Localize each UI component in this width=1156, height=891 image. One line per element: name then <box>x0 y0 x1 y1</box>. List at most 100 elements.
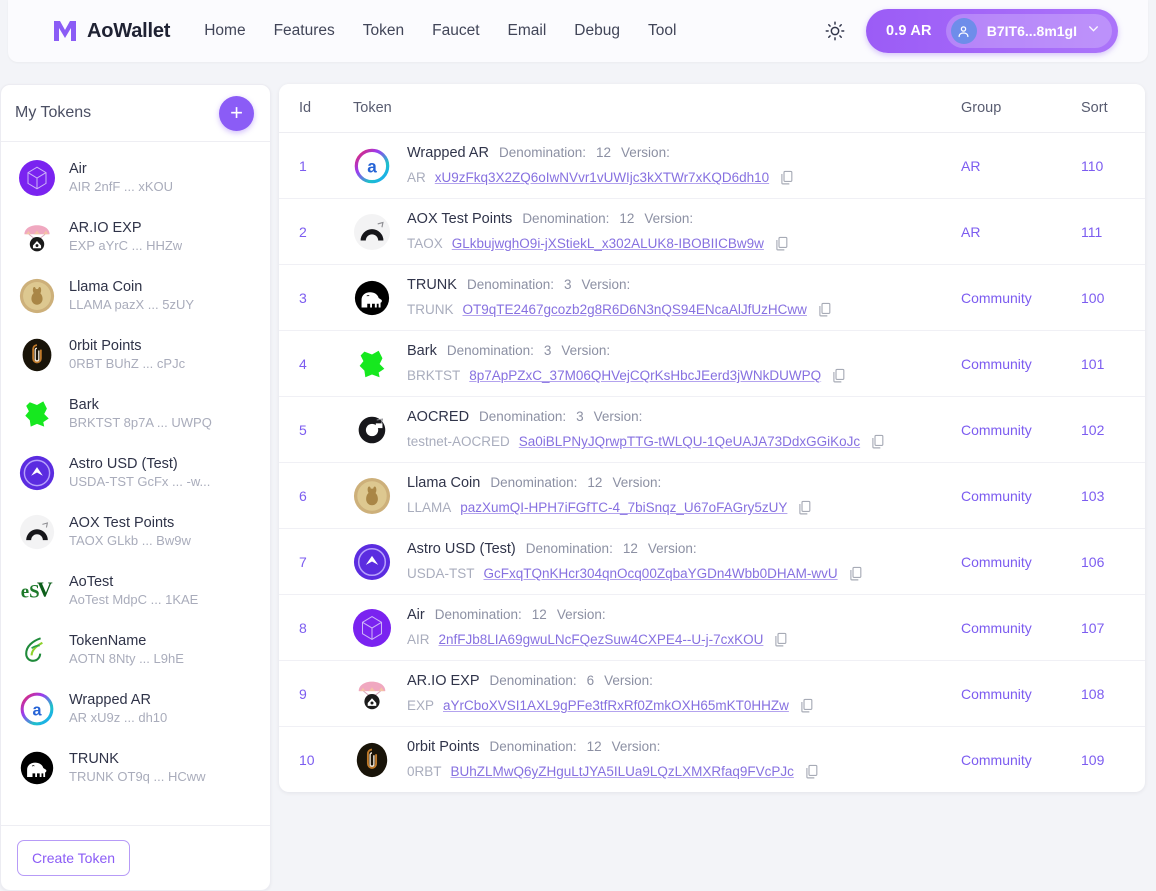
ario-exp-token-icon <box>19 219 55 255</box>
chevron-down-icon[interactable] <box>1087 22 1100 40</box>
copy-icon[interactable] <box>847 565 864 582</box>
table-row[interactable]: 10 0rbit Points Denomination: 12 Version… <box>279 727 1145 793</box>
sidebar-token-item[interactable]: 0rbit Points 0RBT BUhZ ... cPJc <box>1 325 270 384</box>
table-row[interactable]: 8 Air Denomination: 12 Version: AIR 2nfF… <box>279 595 1145 661</box>
cell-group[interactable]: Community <box>961 727 1081 793</box>
token-address-link[interactable]: Sa0iBLPNyJQrwpTTG-tWLQU-1QeUAJA73DdxGGiK… <box>519 434 860 449</box>
version-label: Version: <box>604 673 653 688</box>
token-address-link[interactable]: 8p7ApPZxC_37M06QHVejCQrKsHbcJEerd3jWNkDU… <box>469 368 821 383</box>
sidebar-token-item[interactable]: AOX Test Points TAOX GLkb ... Bw9w <box>1 502 270 561</box>
sidebar-token-item[interactable]: Astro USD (Test) USDA-TST GcFx ... -w... <box>1 443 270 502</box>
version-label: Version: <box>556 607 606 622</box>
token-ticker: LLAMA <box>407 500 452 515</box>
nav-item-token[interactable]: Token <box>363 22 404 40</box>
nav-item-features[interactable]: Features <box>274 22 335 40</box>
token-ticker: TRUNK <box>407 302 454 317</box>
cell-sort: 107 <box>1081 619 1105 636</box>
token-address-link[interactable]: BUhZLMwQ6yZHguLtJYA5ILUa9LQzLXMXRfaq9FVc… <box>451 764 794 779</box>
table-row[interactable]: 6 Llama Coin Denomination: 12 Version: L… <box>279 463 1145 529</box>
trunk-icon <box>353 279 391 317</box>
aotest-icon: eS V <box>19 573 55 609</box>
cell-token: Air Denomination: 12 Version: AIR 2nfFJb… <box>335 595 961 661</box>
token-ticker: EXP <box>407 698 435 713</box>
column-header-sort[interactable]: Sort <box>1081 84 1145 133</box>
copy-icon[interactable] <box>803 763 820 780</box>
column-header-group[interactable]: Group <box>961 84 1081 133</box>
copy-icon[interactable] <box>796 499 813 516</box>
cell-group[interactable]: AR <box>961 199 1081 265</box>
sidebar-token-sub: LLAMA pazX ... 5zUY <box>69 297 195 312</box>
copy-icon[interactable] <box>772 631 789 648</box>
cell-group[interactable]: AR <box>961 133 1081 199</box>
copy-icon[interactable] <box>778 169 795 186</box>
cell-group[interactable]: Community <box>961 397 1081 463</box>
token-address-link[interactable]: GcFxqTQnKHcr304qnOcq00ZqbaYGDn4Wbb0DHAM-… <box>484 566 838 581</box>
sidebar-token-item[interactable]: a Wrapped AR AR xU9z ... dh10 <box>1 679 270 738</box>
brand[interactable]: AoWallet <box>52 19 170 43</box>
cell-group[interactable]: Community <box>961 331 1081 397</box>
wallet-pill[interactable]: 0.9 AR B7IT6...8m1gI <box>865 9 1118 53</box>
copy-icon[interactable] <box>869 433 886 450</box>
version-label: Version: <box>612 475 662 490</box>
create-token-button[interactable]: Create Token <box>17 840 131 876</box>
cell-group[interactable]: Community <box>961 463 1081 529</box>
sidebar-token-item[interactable]: eS V AoTest AoTest MdpC ... 1KAE <box>1 561 270 620</box>
table-row[interactable]: 5 AOCRED Denomination: 3 Version: testne… <box>279 397 1145 463</box>
token-ticker: testnet-AOCRED <box>407 434 510 449</box>
nav-item-debug[interactable]: Debug <box>574 22 620 40</box>
sidebar-token-name: TRUNK <box>69 751 119 767</box>
table-row[interactable]: 2 AOX Test Points Denomination: 12 Versi… <box>279 199 1145 265</box>
denomination-label: Denomination: <box>434 607 522 622</box>
table-row[interactable]: 4 Bark Denomination: 3 Version: BRKTST 8… <box>279 331 1145 397</box>
cell-sort: 108 <box>1081 685 1105 702</box>
column-header-id[interactable]: Id <box>279 84 335 133</box>
sun-icon[interactable] <box>822 18 848 44</box>
token-address-link[interactable]: GLkbujwghO9i-jXStiekL_x302ALUK8-IBOBIICB… <box>452 236 764 251</box>
sidebar-token-item[interactable]: Air AIR 2nfF ... xKOU <box>1 148 270 207</box>
cell-group[interactable]: Community <box>961 529 1081 595</box>
token-address-link[interactable]: 2nfFJb8LIA69gwuLNcFQezSuw4CXPE4--U-j-7cx… <box>439 632 764 647</box>
nav-item-faucet[interactable]: Faucet <box>432 22 479 40</box>
token-address-link[interactable]: xU9zFkq3X2ZQ6oIwNVvr1vUWIjc3kXTWr7xKQD6d… <box>435 170 769 185</box>
sidebar-token-item[interactable]: Llama Coin LLAMA pazX ... 5zUY <box>1 266 270 325</box>
token-address-link[interactable]: OT9qTE2467gcozb2g8R6D6N3nQS94ENcaAlJfUzH… <box>463 302 807 317</box>
sidebar-token-item[interactable]: TokenName AOTN 8Nty ... L9hE <box>1 620 270 679</box>
sidebar-token-item[interactable]: TRUNK TRUNK OT9q ... HCww <box>1 738 270 797</box>
token-ticker: USDA-TST <box>407 566 475 581</box>
token-address-link[interactable]: aYrCboXVSI1AXL9gPFe3tfRxRf0ZmkOXH65mKT0H… <box>443 698 789 713</box>
table-row[interactable]: 7 Astro USD (Test) Denomination: 12 Vers… <box>279 529 1145 595</box>
copy-icon[interactable] <box>798 697 815 714</box>
denomination-value: 3 <box>543 343 552 358</box>
cell-group[interactable]: Community <box>961 265 1081 331</box>
nav-item-tool[interactable]: Tool <box>648 22 676 40</box>
wallet-address: B7IT6...8m1gI <box>986 23 1077 39</box>
token-name: Llama Coin <box>407 475 481 491</box>
table-row[interactable]: 1 a Wrapped AR Denomination: 12 Version: <box>279 133 1145 199</box>
sidebar-token-item[interactable]: Bark BRKTST 8p7A ... UWPQ <box>1 384 270 443</box>
sidebar-token-texts: Llama Coin LLAMA pazX ... 5zUY <box>69 279 194 312</box>
copy-icon[interactable] <box>816 301 833 318</box>
column-header-token[interactable]: Token <box>335 84 961 133</box>
nav-item-home[interactable]: Home <box>204 22 245 40</box>
cell-sort: 100 <box>1081 289 1105 306</box>
sidebar-token-texts: 0rbit Points 0RBT BUhZ ... cPJc <box>69 338 185 371</box>
cell-group[interactable]: Community <box>961 661 1081 727</box>
nav-item-email[interactable]: Email <box>508 22 547 40</box>
wallet-account[interactable]: B7IT6...8m1gI <box>945 14 1112 48</box>
token-address-link[interactable]: pazXumQI-HPH7iFGfTC-4_7biSnqz_U67oFAGry5… <box>460 500 787 515</box>
copy-icon[interactable] <box>830 367 847 384</box>
token-ticker: BRKTST <box>407 368 461 383</box>
cell-sort: 106 <box>1081 553 1105 570</box>
sidebar-token-item[interactable]: AR.IO EXP EXP aYrC ... HHZw <box>1 207 270 266</box>
cell-group[interactable]: Community <box>961 595 1081 661</box>
table-row[interactable]: 3 TRUNK Denomination: 3 Version: TRUNK O… <box>279 265 1145 331</box>
sidebar-token-sub: TRUNK OT9q ... HCww <box>69 769 206 784</box>
add-token-button[interactable]: + <box>219 95 254 131</box>
copy-icon[interactable] <box>773 235 790 252</box>
sidebar-token-sub: AoTest MdpC ... 1KAE <box>69 592 199 607</box>
tokens-table: Id Token Group Sort 1 a Wrapped AR Denom… <box>279 84 1145 792</box>
cell-id: 9 <box>299 685 307 702</box>
table-row[interactable]: 9 AR.IO EXP Denomination: 6 Version: EXP… <box>279 661 1145 727</box>
cell-token: TRUNK Denomination: 3 Version: TRUNK OT9… <box>335 265 961 331</box>
m-logo-icon <box>52 19 78 43</box>
